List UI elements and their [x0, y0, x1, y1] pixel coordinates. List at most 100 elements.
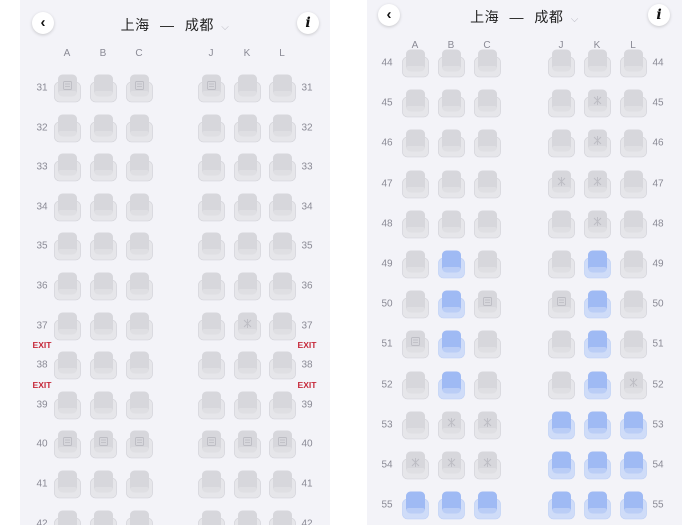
seat-41j-available[interactable]: [197, 469, 225, 499]
route-title[interactable]: 上海 — 成都 ⌵: [367, 7, 682, 27]
seat-33j-available[interactable]: [197, 152, 225, 182]
seat-51b-selectable[interactable]: [437, 329, 465, 359]
seat-31c-occupied[interactable]: [125, 73, 153, 103]
seat-47j-restricted[interactable]: [547, 169, 575, 199]
seat-44j-available[interactable]: [547, 48, 575, 78]
seat-46k-restricted[interactable]: [583, 128, 611, 158]
seat-52a-available[interactable]: [401, 370, 429, 400]
seat-48l-available[interactable]: [619, 209, 647, 239]
seat-51a-occupied[interactable]: [401, 329, 429, 359]
seat-32a-available[interactable]: [53, 113, 81, 143]
seat-45b-available[interactable]: [437, 88, 465, 118]
seat-54l-selectable[interactable]: [619, 450, 647, 480]
seat-49b-selectable[interactable]: [437, 249, 465, 279]
seat-32l-available[interactable]: [268, 113, 296, 143]
seat-50k-selectable[interactable]: [583, 289, 611, 319]
seat-39c-available[interactable]: [125, 390, 153, 420]
seat-33a-available[interactable]: [53, 152, 81, 182]
info-button[interactable]: i: [648, 4, 670, 26]
seat-33k-available[interactable]: [233, 152, 261, 182]
seat-47a-available[interactable]: [401, 169, 429, 199]
seat-53k-selectable[interactable]: [583, 410, 611, 440]
seat-33l-available[interactable]: [268, 152, 296, 182]
seat-32b-available[interactable]: [89, 113, 117, 143]
seat-50l-available[interactable]: [619, 289, 647, 319]
seat-42j-available[interactable]: [197, 509, 225, 525]
seat-53l-selectable[interactable]: [619, 410, 647, 440]
seat-52b-selectable[interactable]: [437, 370, 465, 400]
seat-39l-available[interactable]: [268, 390, 296, 420]
seat-35a-available[interactable]: [53, 231, 81, 261]
seat-31k-available[interactable]: [233, 73, 261, 103]
seat-34l-available[interactable]: [268, 192, 296, 222]
seat-48j-available[interactable]: [547, 209, 575, 239]
seat-47l-available[interactable]: [619, 169, 647, 199]
seat-55a-selectable[interactable]: [401, 490, 429, 520]
seat-49j-available[interactable]: [547, 249, 575, 279]
seat-45l-available[interactable]: [619, 88, 647, 118]
seat-52j-available[interactable]: [547, 370, 575, 400]
seat-38c-available[interactable]: [125, 350, 153, 380]
seat-40a-occupied[interactable]: [53, 429, 81, 459]
seat-39a-available[interactable]: [53, 390, 81, 420]
seat-42l-available[interactable]: [268, 509, 296, 525]
seat-46c-available[interactable]: [473, 128, 501, 158]
info-button[interactable]: i: [297, 12, 319, 34]
seat-37k-restricted[interactable]: [233, 311, 261, 341]
seat-31b-available[interactable]: [89, 73, 117, 103]
seat-51k-selectable[interactable]: [583, 329, 611, 359]
seat-32j-available[interactable]: [197, 113, 225, 143]
seat-49l-available[interactable]: [619, 249, 647, 279]
seat-49a-available[interactable]: [401, 249, 429, 279]
route-title[interactable]: 上海 — 成都 ⌵: [20, 15, 330, 35]
seat-55b-selectable[interactable]: [437, 490, 465, 520]
seat-40j-occupied[interactable]: [197, 429, 225, 459]
seat-45k-restricted[interactable]: [583, 88, 611, 118]
seat-52k-selectable[interactable]: [583, 370, 611, 400]
seat-34j-available[interactable]: [197, 192, 225, 222]
seat-48a-available[interactable]: [401, 209, 429, 239]
seat-38j-available[interactable]: [197, 350, 225, 380]
seat-41b-available[interactable]: [89, 469, 117, 499]
seat-46a-available[interactable]: [401, 128, 429, 158]
seat-36k-available[interactable]: [233, 271, 261, 301]
seat-38a-available[interactable]: [53, 350, 81, 380]
seat-33c-available[interactable]: [125, 152, 153, 182]
seat-50a-available[interactable]: [401, 289, 429, 319]
seat-48c-available[interactable]: [473, 209, 501, 239]
seat-47k-restricted[interactable]: [583, 169, 611, 199]
seat-50j-occupied[interactable]: [547, 289, 575, 319]
seat-47c-available[interactable]: [473, 169, 501, 199]
seat-49k-selectable[interactable]: [583, 249, 611, 279]
seat-34b-available[interactable]: [89, 192, 117, 222]
seat-39k-available[interactable]: [233, 390, 261, 420]
seat-48k-restricted[interactable]: [583, 209, 611, 239]
seat-41k-available[interactable]: [233, 469, 261, 499]
seat-40b-occupied[interactable]: [89, 429, 117, 459]
seat-44a-available[interactable]: [401, 48, 429, 78]
seat-34a-available[interactable]: [53, 192, 81, 222]
seat-36j-available[interactable]: [197, 271, 225, 301]
seat-51c-available[interactable]: [473, 329, 501, 359]
seat-53j-selectable[interactable]: [547, 410, 575, 440]
seat-54k-selectable[interactable]: [583, 450, 611, 480]
seat-42b-available[interactable]: [89, 509, 117, 525]
seat-39j-available[interactable]: [197, 390, 225, 420]
seat-36l-available[interactable]: [268, 271, 296, 301]
seat-36a-available[interactable]: [53, 271, 81, 301]
seat-45a-available[interactable]: [401, 88, 429, 118]
seat-32c-available[interactable]: [125, 113, 153, 143]
seat-39b-available[interactable]: [89, 390, 117, 420]
seat-35b-available[interactable]: [89, 231, 117, 261]
seat-54c-restricted[interactable]: [473, 450, 501, 480]
seat-35k-available[interactable]: [233, 231, 261, 261]
seat-49c-available[interactable]: [473, 249, 501, 279]
seat-46b-available[interactable]: [437, 128, 465, 158]
seat-50c-occupied[interactable]: [473, 289, 501, 319]
seat-37a-available[interactable]: [53, 311, 81, 341]
seat-51l-available[interactable]: [619, 329, 647, 359]
seat-42k-available[interactable]: [233, 509, 261, 525]
seat-47b-available[interactable]: [437, 169, 465, 199]
seat-36b-available[interactable]: [89, 271, 117, 301]
seat-38k-available[interactable]: [233, 350, 261, 380]
